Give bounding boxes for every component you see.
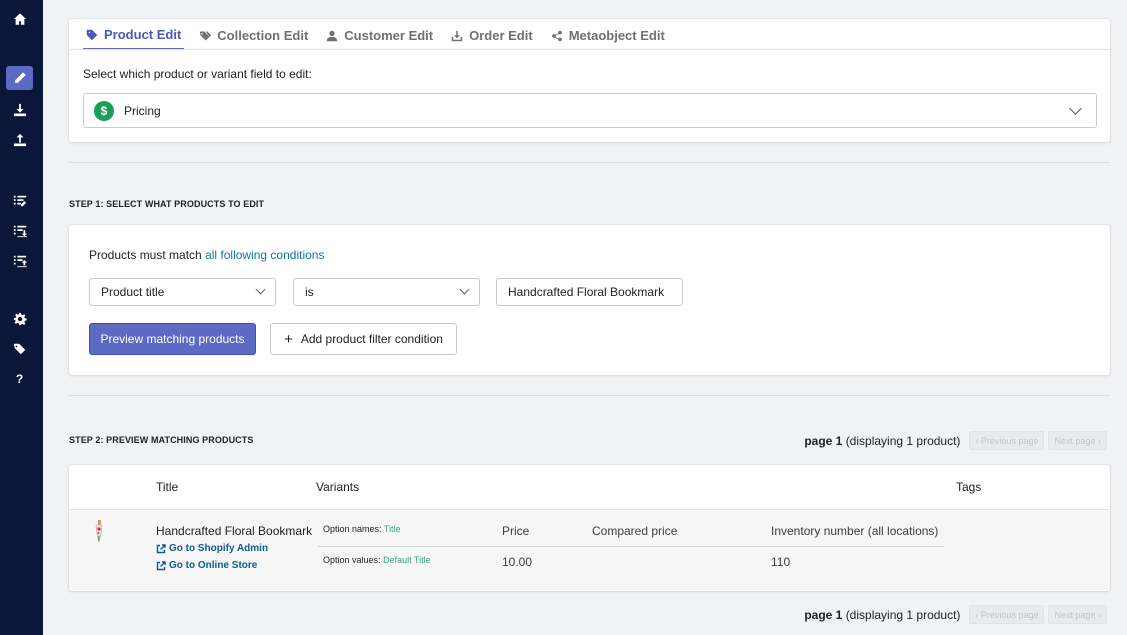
- condition-operator-value: is: [305, 285, 314, 299]
- column-title: Title: [156, 480, 179, 494]
- pager-top: page 1 (displaying 1 product) ‹ Previous…: [804, 431, 1107, 450]
- plus-icon: +: [284, 330, 293, 348]
- download-icon[interactable]: [6, 98, 33, 122]
- column-tags: Tags: [956, 480, 982, 494]
- compared-price-header: Compared price: [592, 524, 678, 538]
- price-value: 10.00: [502, 555, 533, 569]
- add-filter-condition-button[interactable]: + Add product filter condition: [270, 323, 457, 355]
- next-page-label: Next page: [1054, 435, 1096, 446]
- share-icon: [551, 30, 562, 41]
- edit-tabs: Product Edit Collection Edit Customer Ed…: [83, 21, 680, 50]
- divider: [69, 395, 1110, 396]
- external-link-icon: [156, 543, 166, 553]
- divider: [69, 162, 1110, 163]
- option-values-value: Default Title: [383, 555, 431, 565]
- home-icon[interactable]: [6, 7, 33, 31]
- chevron-down-icon: [459, 284, 470, 295]
- tab-collection-edit[interactable]: Collection Edit: [196, 21, 311, 50]
- pager-status: page 1 (displaying 1 product): [804, 608, 960, 622]
- add-filter-condition-label: Add product filter condition: [300, 332, 443, 346]
- list-download-icon[interactable]: [6, 219, 33, 243]
- field-select[interactable]: $ Pricing: [83, 93, 1097, 128]
- next-page-button[interactable]: Next page ›: [1048, 431, 1107, 450]
- previous-page-label: Previous page: [980, 435, 1039, 446]
- option-names-value: Title: [383, 524, 401, 534]
- pager-bottom: page 1 (displaying 1 product) ‹ Previous…: [804, 605, 1107, 624]
- product-thumbnail: [95, 520, 103, 543]
- option-names: Option names: Title: [323, 524, 401, 534]
- tags-icon: [200, 31, 212, 40]
- go-to-online-store-link[interactable]: Go to Online Store: [156, 560, 257, 571]
- tab-label: Metaobject Edit: [568, 28, 665, 43]
- inventory-header: Inventory number (all locations): [771, 524, 939, 538]
- previous-page-label: Previous page: [980, 609, 1039, 620]
- preview-matching-products-button[interactable]: Preview matching products: [89, 323, 256, 355]
- product-title: Handcrafted Floral Bookmark: [156, 524, 313, 538]
- online-store-label: Go to Online Store: [169, 560, 258, 571]
- tab-product-edit[interactable]: Product Edit: [83, 21, 185, 50]
- tab-customer-edit[interactable]: Customer Edit: [323, 21, 436, 50]
- condition-value-text: Handcrafted Floral Bookmark: [508, 285, 665, 299]
- tab-label: Product Edit: [104, 27, 182, 42]
- condition-operator-select[interactable]: is: [293, 278, 480, 306]
- external-link-icon: [156, 560, 166, 570]
- help-icon[interactable]: ?: [6, 367, 33, 391]
- tab-label: Customer Edit: [344, 28, 434, 43]
- list-edit-icon[interactable]: [6, 189, 33, 213]
- dollar-icon: $: [94, 100, 114, 121]
- chevron-down-icon: [255, 284, 266, 295]
- display-count: (displaying 1 product): [845, 607, 961, 622]
- condition-field-select[interactable]: Product title: [89, 278, 276, 306]
- previous-page-button[interactable]: ‹ Previous page: [969, 431, 1045, 450]
- list-upload-icon[interactable]: [6, 249, 33, 273]
- inventory-value: 110: [771, 555, 791, 569]
- pencil-icon[interactable]: [6, 66, 33, 90]
- pager-status: page 1 (displaying 1 product): [804, 434, 960, 448]
- field-select-value: Pricing: [124, 103, 161, 118]
- next-page-button[interactable]: Next page ›: [1048, 605, 1107, 624]
- step2-heading: STEP 2: PREVIEW MATCHING PRODUCTS: [69, 435, 254, 445]
- variant-divider: [318, 546, 944, 547]
- upload-icon[interactable]: [6, 128, 33, 152]
- tab-label: Collection Edit: [217, 28, 309, 43]
- tag-icon: [86, 29, 98, 40]
- condition-value-input[interactable]: Handcrafted Floral Bookmark: [496, 278, 683, 306]
- tab-order-edit[interactable]: Order Edit: [448, 21, 536, 50]
- page-number: page 1: [804, 433, 843, 448]
- shopify-admin-label: Go to Shopify Admin: [169, 543, 269, 554]
- step1-heading: STEP 1: SELECT WHAT PRODUCTS TO EDIT: [69, 199, 265, 209]
- user-icon: [327, 30, 338, 41]
- option-names-label: Option names:: [323, 524, 382, 534]
- match-prefix: Products must match: [89, 248, 202, 262]
- next-page-label: Next page: [1054, 609, 1096, 620]
- field-select-prompt: Select which product or variant field to…: [83, 67, 312, 81]
- download-box-icon: [451, 30, 463, 41]
- match-sentence: Products must match all following condit…: [89, 248, 324, 262]
- match-mode-link[interactable]: all following conditions: [205, 248, 324, 262]
- page-number: page 1: [804, 607, 843, 622]
- chevron-down-icon: [1069, 102, 1082, 115]
- tags-icon[interactable]: [6, 337, 33, 361]
- price-header: Price: [502, 524, 530, 538]
- option-values: Option values: Default Title: [323, 555, 431, 565]
- sidebar: ?: [0, 0, 43, 635]
- previous-page-button[interactable]: ‹ Previous page: [969, 605, 1045, 624]
- tab-metaobject-edit[interactable]: Metaobject Edit: [548, 21, 668, 50]
- tab-divider: [69, 49, 1110, 50]
- column-variants: Variants: [316, 480, 360, 494]
- go-to-shopify-admin-link[interactable]: Go to Shopify Admin: [156, 543, 268, 554]
- display-count: (displaying 1 product): [845, 433, 961, 448]
- tab-label: Order Edit: [469, 28, 533, 43]
- condition-field-value: Product title: [101, 285, 165, 299]
- gear-icon[interactable]: [6, 307, 33, 331]
- option-values-label: Option values:: [323, 555, 381, 565]
